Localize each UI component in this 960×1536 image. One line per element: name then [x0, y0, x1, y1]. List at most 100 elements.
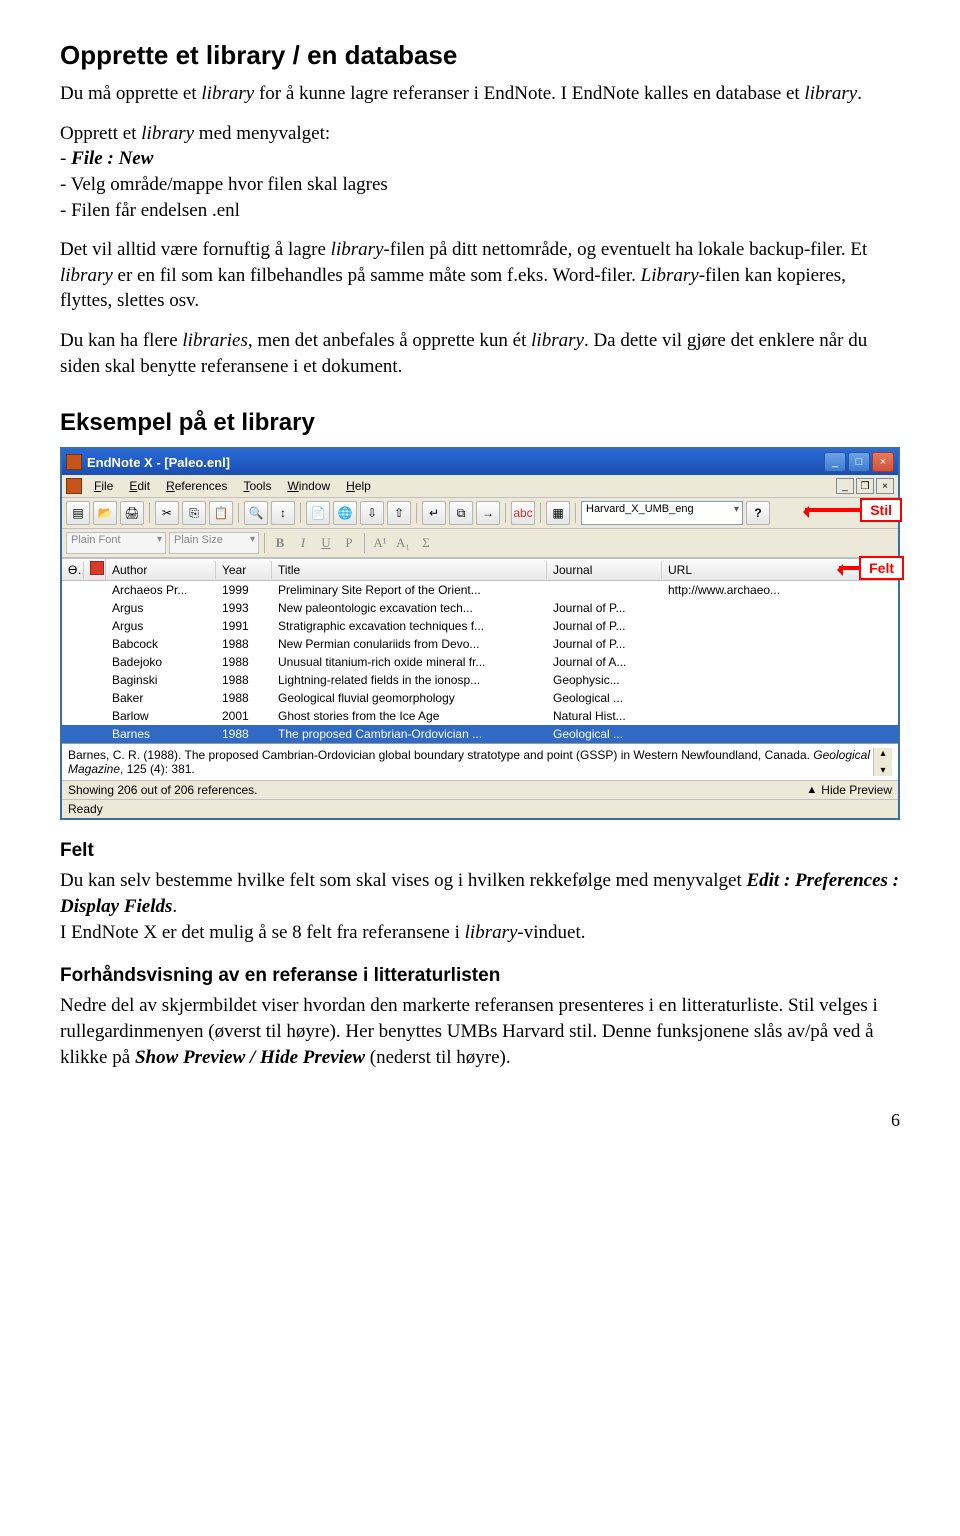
- table-header: ϴ Author Year Title Journal URL: [62, 558, 898, 581]
- symbol-button[interactable]: Σ: [416, 534, 436, 552]
- table-row[interactable]: Archaeos Pr...1999Preliminary Site Repor…: [62, 581, 898, 599]
- col-title[interactable]: Title: [272, 561, 547, 579]
- table-row[interactable]: Babcock1988New Permian conulariids from …: [62, 635, 898, 653]
- copy-icon[interactable]: ⎘: [182, 501, 206, 525]
- mdi-buttons: _ ❐ ×: [836, 478, 894, 494]
- minimize-button[interactable]: _: [824, 452, 846, 472]
- cell-year: 1988: [216, 653, 272, 671]
- find-icon[interactable]: 🔍: [244, 501, 268, 525]
- preview-pane: Barnes, C. R. (1988). The proposed Cambr…: [62, 743, 898, 780]
- heading-forhandsvisning: Forhåndsvisning av en referanse i litter…: [60, 965, 900, 987]
- col-year[interactable]: Year: [216, 561, 272, 579]
- subscript-button[interactable]: A₁: [393, 534, 413, 552]
- style-dropdown[interactable]: Harvard_X_UMB_eng: [581, 501, 743, 525]
- para-felt: Du kan selv bestemme hvilke felt som ska…: [60, 868, 900, 919]
- table-row[interactable]: Barnes1988The proposed Cambrian-Ordovici…: [62, 725, 898, 743]
- format-icon[interactable]: ⧉: [449, 501, 473, 525]
- menu-window[interactable]: Window: [279, 477, 338, 495]
- col-author[interactable]: Author: [106, 561, 216, 579]
- para-opprett: Opprett et library med menyvalget:: [60, 121, 900, 147]
- close-button[interactable]: ×: [872, 452, 894, 472]
- text-italic: library: [804, 83, 857, 104]
- import-icon[interactable]: ⇩: [360, 501, 384, 525]
- heading-opprette: Opprette et library / en database: [60, 40, 900, 71]
- new-icon[interactable]: ▤: [66, 501, 90, 525]
- online-icon[interactable]: 🌐: [333, 501, 357, 525]
- newref-icon[interactable]: 📄: [306, 501, 330, 525]
- sort-icon[interactable]: ↕: [271, 501, 295, 525]
- bold-button[interactable]: B: [270, 534, 290, 552]
- titlebar[interactable]: EndNote X - [Paleo.enl] _ □ ×: [62, 449, 898, 475]
- mdi-minimize[interactable]: _: [836, 478, 854, 494]
- callout-label: Stil: [860, 498, 902, 522]
- col-journal[interactable]: Journal: [547, 561, 662, 579]
- cell-author: Badejoko: [106, 653, 216, 671]
- mdi-restore[interactable]: ❐: [856, 478, 874, 494]
- menu-help[interactable]: Help: [338, 477, 379, 495]
- export-icon[interactable]: ⇧: [387, 501, 411, 525]
- superscript-button[interactable]: A¹: [370, 534, 390, 552]
- cell-journal: Journal of P...: [547, 617, 662, 635]
- window-buttons: _ □ ×: [824, 452, 894, 472]
- italic-button[interactable]: I: [293, 534, 313, 552]
- text-italic: libraries: [182, 330, 247, 351]
- mdi-close[interactable]: ×: [876, 478, 894, 494]
- underline-button[interactable]: U: [316, 534, 336, 552]
- text-italic: library: [331, 239, 384, 260]
- cell-author: Barlow: [106, 707, 216, 725]
- cell-author: Argus: [106, 599, 216, 617]
- separator: [300, 503, 301, 523]
- spell-icon[interactable]: abc: [511, 501, 535, 525]
- cell: [62, 642, 84, 646]
- table-row[interactable]: Argus1993New paleontologic excavation te…: [62, 599, 898, 617]
- cell: [84, 660, 106, 664]
- text: Du kan selv bestemme hvilke felt som ska…: [60, 870, 746, 891]
- cell-title: Preliminary Site Report of the Orient...: [272, 581, 547, 599]
- table-row[interactable]: Baginski1988Lightning-related fields in …: [62, 671, 898, 689]
- table-row[interactable]: Barlow2001Ghost stories from the Ice Age…: [62, 707, 898, 725]
- text: -vinduet.: [517, 922, 585, 943]
- goto-icon[interactable]: →: [476, 501, 500, 525]
- preview-text: Barnes, C. R. (1988). The proposed Cambr…: [68, 748, 873, 776]
- print-icon[interactable]: 🖨: [120, 501, 144, 525]
- menu-file[interactable]: File: [86, 477, 121, 495]
- cell-title: New paleontologic excavation tech...: [272, 599, 547, 617]
- size-dropdown[interactable]: Plain Size: [169, 532, 259, 554]
- cell-url: [662, 732, 898, 736]
- menu-tools[interactable]: Tools: [235, 477, 279, 495]
- table-row[interactable]: Baker1988Geological fluvial geomorpholog…: [62, 689, 898, 707]
- separator: [505, 503, 506, 523]
- col-paperclip[interactable]: ϴ: [62, 561, 84, 579]
- col-pdf[interactable]: [84, 559, 106, 580]
- arrow-icon: [839, 566, 859, 570]
- font-dropdown[interactable]: Plain Font: [66, 532, 166, 554]
- cell-journal: Geophysic...: [547, 671, 662, 689]
- text-italic: library: [465, 922, 518, 943]
- text-italic: library: [201, 83, 254, 104]
- open-icon[interactable]: 📂: [93, 501, 117, 525]
- help-icon[interactable]: ?: [746, 501, 770, 525]
- callout-felt: Felt: [839, 556, 904, 580]
- text: -filen på ditt nettområde, og eventuelt …: [383, 239, 867, 260]
- hide-preview-button[interactable]: ▲ Hide Preview: [806, 783, 892, 797]
- text: elp: [355, 479, 371, 493]
- menu-edit[interactable]: Edit: [121, 477, 158, 495]
- table-row[interactable]: Badejoko1988Unusual titanium-rich oxide …: [62, 653, 898, 671]
- separator: [540, 503, 541, 523]
- table-row[interactable]: Argus1991Stratigraphic excavation techni…: [62, 617, 898, 635]
- cell: [62, 696, 84, 700]
- statusbar: Showing 206 out of 206 references. ▲ Hid…: [62, 780, 898, 799]
- maximize-button[interactable]: □: [848, 452, 870, 472]
- text: .: [172, 896, 177, 917]
- cell: [84, 606, 106, 610]
- list-item-1: - File : New: [60, 146, 900, 172]
- chart-icon[interactable]: ▦: [546, 501, 570, 525]
- plain-button[interactable]: P: [339, 534, 359, 552]
- insert-icon[interactable]: ↵: [422, 501, 446, 525]
- paste-icon[interactable]: 📋: [209, 501, 233, 525]
- scrollbar[interactable]: ▴▾: [873, 748, 892, 776]
- cell: [62, 732, 84, 736]
- cell: [62, 678, 84, 682]
- cut-icon[interactable]: ✂: [155, 501, 179, 525]
- menu-references[interactable]: References: [158, 477, 235, 495]
